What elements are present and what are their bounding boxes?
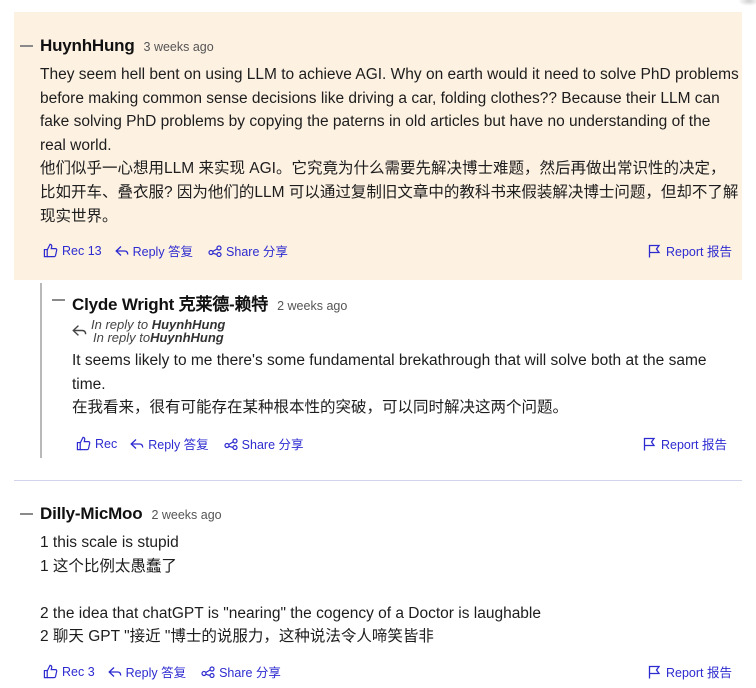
author-name[interactable]: Dilly-MicMoo xyxy=(40,504,143,524)
comment-line xyxy=(40,578,740,602)
report-button[interactable]: Report 报告 xyxy=(648,241,732,260)
reply-button[interactable]: Reply 答复 xyxy=(130,434,209,453)
flag-icon xyxy=(648,665,661,678)
reply-label: Reply 答复 xyxy=(148,438,209,452)
comment-header: Dilly-MicMoo 2 weeks ago xyxy=(40,504,222,524)
in-reply-name: HuynhHung xyxy=(150,330,224,345)
collapse-toggle[interactable] xyxy=(52,299,65,301)
rec-label: Rec 3 xyxy=(62,664,95,679)
thumbs-up-icon xyxy=(43,243,58,258)
report-button[interactable]: Report 报告 xyxy=(648,662,732,681)
reply-arrow-icon xyxy=(72,325,87,336)
reply-arrow-icon xyxy=(130,438,144,449)
collapse-toggle[interactable] xyxy=(20,513,33,515)
comment-line: 2 聊天 GPT "接近 "博士的说服力，这种说法令人啼笑皆非 xyxy=(40,628,434,645)
share-icon xyxy=(201,665,215,678)
comment-divider xyxy=(14,480,742,481)
reply-label: Reply 答复 xyxy=(132,245,194,259)
share-label: Share 分享 xyxy=(219,666,281,680)
author-name[interactable]: Clyde Wright 克莱德-赖特 xyxy=(72,290,268,315)
comment-line: 1 这个比例太愚蠢了 xyxy=(40,557,177,575)
comment-body: It seems likely to me there's some funda… xyxy=(72,349,738,420)
reply-button[interactable]: Reply 答复 xyxy=(114,241,194,260)
comment-header: Clyde Wright 克莱德-赖特 2 weeks ago xyxy=(72,290,347,315)
thumbs-up-icon xyxy=(76,436,91,451)
comment-actions: Rec Reply 答复 Share 分享 xyxy=(76,434,304,453)
share-button[interactable]: Share 分享 xyxy=(208,241,288,260)
comment-line: 2 the idea that chatGPT is "nearing" the… xyxy=(40,604,541,622)
author-name[interactable]: HuynhHung xyxy=(40,36,135,56)
reply-label: Reply 答复 xyxy=(125,666,187,680)
share-icon xyxy=(208,244,222,257)
comment-time: 2 weeks ago xyxy=(151,508,222,522)
report-label: Report 报告 xyxy=(661,438,727,452)
in-reply-line: In reply toHuynhHung xyxy=(93,330,224,345)
rec-button[interactable]: Rec xyxy=(76,436,117,451)
comment-text-en: They seem hell bent on using LLM to achi… xyxy=(40,66,739,154)
share-label: Share 分享 xyxy=(226,245,288,259)
reply-arrow-icon xyxy=(107,666,122,677)
reply-arrow-icon xyxy=(114,245,128,256)
flag-icon xyxy=(643,437,656,450)
rec-button[interactable]: Rec 13 xyxy=(43,243,102,258)
comment-text-en: It seems likely to me there's some funda… xyxy=(72,352,707,393)
share-button[interactable]: Share 分享 xyxy=(224,434,304,453)
comment-body: 1 this scale is stupid 1 这个比例太愚蠢了 2 the … xyxy=(40,531,740,649)
comment-time: 3 weeks ago xyxy=(143,40,214,54)
share-button[interactable]: Share 分享 xyxy=(201,662,281,681)
comment-actions: Rec 13 Reply 答复 Share 分享 xyxy=(43,241,288,260)
report-button[interactable]: Report 报告 xyxy=(643,434,727,453)
share-label: Share 分享 xyxy=(241,438,304,452)
rec-label: Rec xyxy=(95,436,118,451)
comment-body: They seem hell bent on using LLM to achi… xyxy=(40,63,740,229)
comment-header: HuynhHung 3 weeks ago xyxy=(40,36,214,56)
rec-button[interactable]: Rec 3 xyxy=(43,664,95,679)
comment-line: 1 this scale is stupid xyxy=(40,534,179,551)
comment-text-zh: 他们似乎一心想用LLM 来实现 AGI。它究竟为什么需要先解决博士难题，然后再做… xyxy=(40,160,739,225)
comment-time: 2 weeks ago xyxy=(277,299,348,313)
in-reply-to[interactable]: In reply to HuynhHung In reply toHuynhHu… xyxy=(72,318,225,344)
report-label: Report 报告 xyxy=(666,245,732,259)
share-icon xyxy=(224,437,238,450)
comment-actions: Rec 3 Reply 答复 Share 分享 xyxy=(43,662,281,681)
window-corner-shadow xyxy=(738,0,756,6)
flag-icon xyxy=(648,244,661,257)
report-label: Report 报告 xyxy=(666,666,732,680)
reply-button[interactable]: Reply 答复 xyxy=(107,662,187,681)
comment-text-zh: 在我看来，很有可能存在某种根本性的突破，可以同时解决这两个问题。 xyxy=(72,399,569,416)
thumbs-up-icon xyxy=(43,664,58,679)
rec-label: Rec 13 xyxy=(62,243,102,258)
collapse-toggle[interactable] xyxy=(20,45,33,47)
thread-rail xyxy=(40,283,42,458)
